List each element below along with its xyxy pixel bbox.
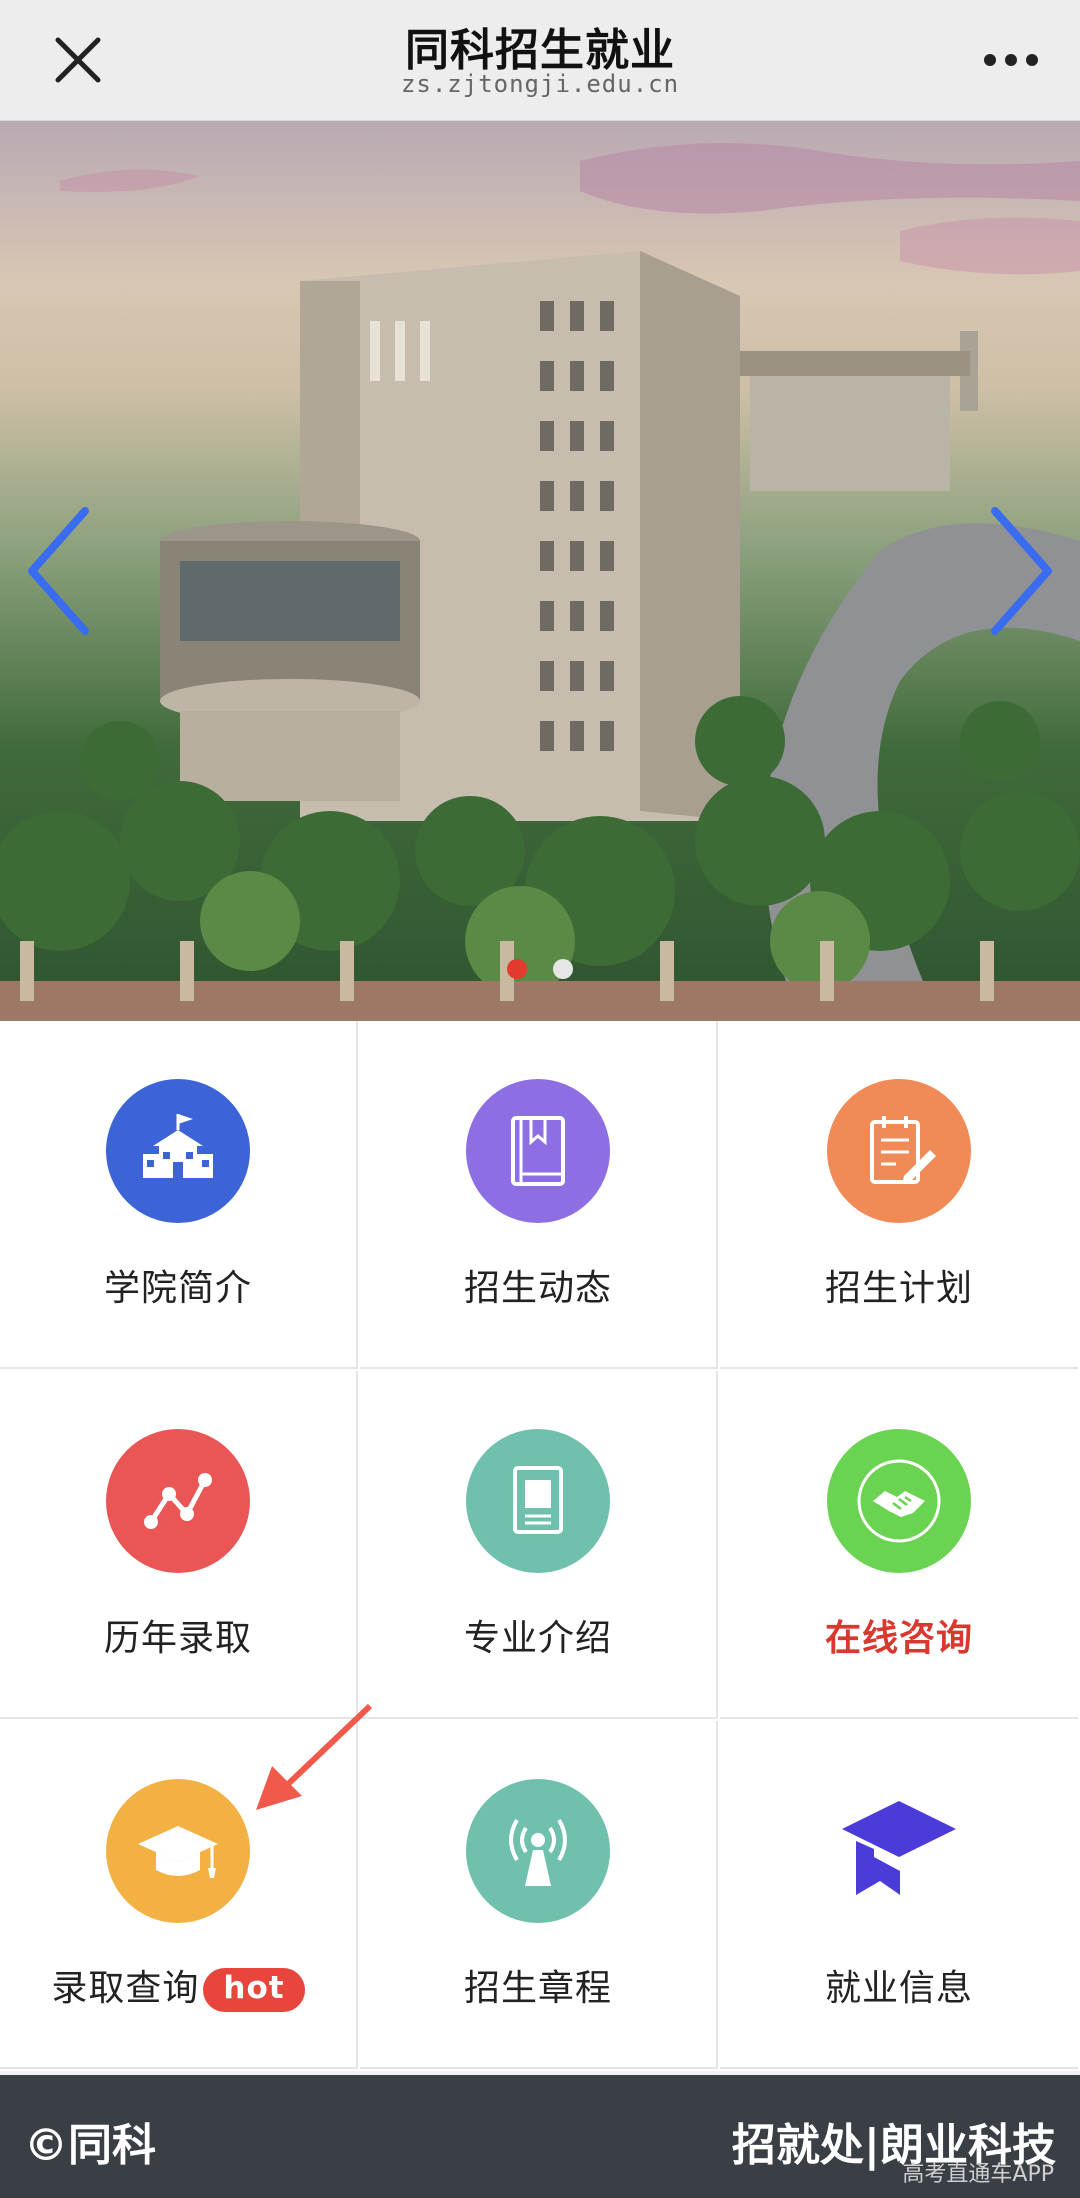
menu-item-label: 学院简介 xyxy=(103,1268,252,1309)
mortarboard-icon xyxy=(827,1779,971,1923)
menu-item-college-intro[interactable]: 学院简介 xyxy=(0,1021,358,1369)
menu-item-admission-news[interactable]: 招生动态 xyxy=(360,1021,718,1369)
menu-item-label: 历年录取 xyxy=(103,1618,252,1659)
menu-item-label-with-badge: 录取查询 hot xyxy=(0,1959,356,2012)
campus-photo xyxy=(0,143,1080,1021)
page-url: zs.zjtongji.edu.cn xyxy=(400,70,680,98)
menu-item-label: 专业介绍 xyxy=(463,1618,612,1659)
clipboard-icon xyxy=(827,1079,971,1223)
handshake-icon xyxy=(827,1429,971,1573)
menu-item-online-consult[interactable]: 在线咨询 xyxy=(720,1371,1078,1719)
school-icon xyxy=(106,1079,250,1223)
broadcast-icon xyxy=(466,1779,610,1923)
more-icon xyxy=(984,54,1038,66)
line-chart-icon xyxy=(106,1429,250,1573)
carousel-dot-1[interactable] xyxy=(507,959,527,979)
menu-item-past-admissions[interactable]: 历年录取 xyxy=(0,1371,358,1719)
menu-item-employment-info[interactable]: 就业信息 xyxy=(720,1721,1078,2069)
book-icon xyxy=(466,1079,610,1223)
campus-banner-carousel[interactable] xyxy=(0,121,1080,1021)
pointer-arrow-icon xyxy=(256,1703,373,1810)
carousel-indicator xyxy=(0,959,1080,983)
footer-copyright: ©同科 xyxy=(24,2120,156,2171)
graduation-cap-icon xyxy=(106,1779,250,1923)
chevron-left-icon xyxy=(28,507,89,635)
watermark: 高考直通车APP xyxy=(902,2162,1054,2187)
page-title: 同科招生就业 xyxy=(405,25,675,76)
carousel-dot-2[interactable] xyxy=(553,959,573,979)
menu-item-label: 招生章程 xyxy=(463,1968,612,2009)
footer-bar: ©同科 招就处|朗业科技 高考直通车APP xyxy=(0,2075,1080,2198)
menu-item-label: 录取查询 xyxy=(51,1968,200,2009)
top-bar: 同科招生就业 zs.zjtongji.edu.cn xyxy=(0,0,1080,121)
menu-item-label: 招生动态 xyxy=(463,1268,612,1309)
carousel-next-button[interactable] xyxy=(980,501,1060,641)
carousel-prev-button[interactable] xyxy=(20,501,100,641)
menu-item-label: 就业信息 xyxy=(824,1968,973,2009)
more-button[interactable] xyxy=(976,30,1046,90)
menu-item-admission-rules[interactable]: 招生章程 xyxy=(360,1721,718,2069)
hot-badge: hot xyxy=(203,1968,305,2012)
menu-item-major-intro[interactable]: 专业介绍 xyxy=(360,1371,718,1719)
menu-item-admission-plan[interactable]: 招生计划 xyxy=(720,1021,1078,1369)
chevron-right-icon xyxy=(991,507,1052,635)
menu-item-label: 在线咨询 xyxy=(824,1618,973,1659)
profile-card-icon xyxy=(466,1429,610,1573)
menu-grid: 学院简介 招生动态 招生计划 历年录取 专业介绍 在线咨询 录取查询 hot 招… xyxy=(0,1021,1080,2071)
menu-item-label: 招生计划 xyxy=(824,1268,973,1309)
